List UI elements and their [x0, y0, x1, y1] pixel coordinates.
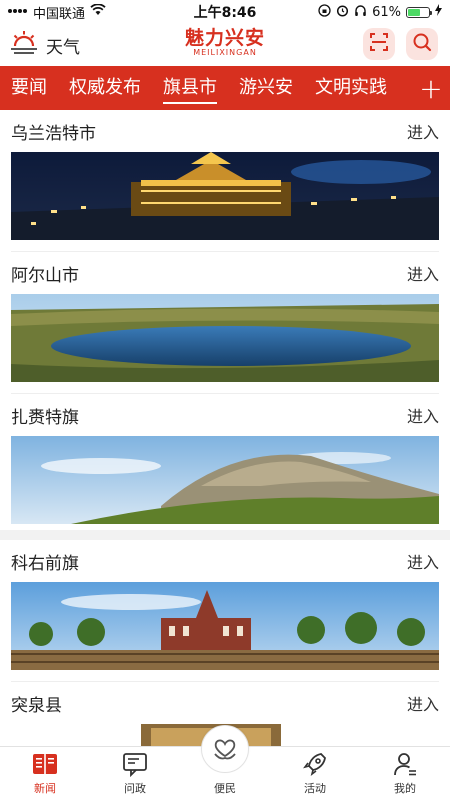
- nav-services[interactable]: 便民: [180, 725, 270, 800]
- weather-icon: [10, 30, 42, 61]
- tab-civilization-practice[interactable]: 文明实践: [304, 66, 398, 110]
- channel-tabs: 要闻 权威发布 旗县市 游兴安 文明实践 +: [0, 66, 450, 110]
- nav-label: 问政: [124, 782, 146, 795]
- rotation-lock-icon: [318, 3, 331, 21]
- battery-icon: [406, 6, 432, 18]
- tab-counties[interactable]: 旗县市: [152, 66, 228, 110]
- battery-percent: 61%: [372, 4, 401, 20]
- nav-label: 我的: [394, 782, 416, 795]
- user-icon: [394, 753, 416, 776]
- news-icon: [33, 754, 57, 774]
- inquiry-icon: [123, 753, 147, 778]
- region-name: 科右前旗: [11, 553, 79, 574]
- scan-button[interactable]: [363, 28, 395, 60]
- enter-link[interactable]: 进入: [407, 119, 439, 143]
- region-name: 乌兰浩特市: [11, 123, 96, 144]
- divider: [11, 240, 439, 252]
- region-name: 突泉县: [11, 695, 62, 716]
- alarm-icon: [336, 4, 349, 21]
- region-photo[interactable]: [11, 294, 439, 382]
- status-left: 中国联通: [8, 3, 106, 22]
- status-right: 61%: [318, 3, 442, 21]
- region-header: 突泉县 进入: [11, 682, 439, 724]
- nav-profile[interactable]: 我的: [360, 747, 450, 800]
- region-name: 阿尔山市: [11, 265, 79, 286]
- section-separator: [0, 530, 450, 540]
- nav-activities[interactable]: 活动: [270, 747, 360, 800]
- region-header: 扎赉特旗 进入: [11, 394, 439, 436]
- headphones-icon: [354, 4, 367, 21]
- search-button[interactable]: [406, 28, 438, 60]
- enter-link[interactable]: 进入: [407, 403, 439, 427]
- weather-label: 天气: [46, 38, 80, 58]
- nav-label: 活动: [304, 782, 326, 795]
- region-photo[interactable]: [11, 582, 439, 670]
- region-card[interactable]: 乌兰浩特市 进入: [0, 110, 450, 240]
- tab-news[interactable]: 要闻: [0, 66, 58, 110]
- nav-news[interactable]: 新闻: [0, 747, 90, 800]
- rocket-icon: [303, 753, 326, 776]
- region-header: 科右前旗 进入: [11, 540, 439, 582]
- weather-button[interactable]: 天气: [10, 30, 80, 61]
- divider: [11, 670, 439, 682]
- region-header: 阿尔山市 进入: [11, 252, 439, 294]
- enter-link[interactable]: 进入: [407, 549, 439, 573]
- app-header: 天气 魅力兴安 MEILIXINGAN: [0, 24, 450, 66]
- enter-link[interactable]: 进入: [407, 691, 439, 715]
- search-icon: [412, 32, 432, 56]
- region-card[interactable]: 科右前旗 进入: [0, 540, 450, 670]
- app-screen: 中国联通 上午8:46 61% 天气 魅力兴安 MEILIXINGAN 要闻 权…: [0, 0, 450, 800]
- charging-icon: [435, 4, 442, 20]
- tab-official-release[interactable]: 权威发布: [58, 66, 152, 110]
- divider: [11, 382, 439, 394]
- region-name: 扎赉特旗: [11, 407, 79, 428]
- region-header: 乌兰浩特市 进入: [11, 110, 439, 152]
- bottom-nav: 新闻 问政 便民 活动 我的: [0, 725, 450, 800]
- carrier-label: 中国联通: [33, 6, 86, 22]
- wifi-icon: [90, 3, 106, 20]
- region-photo[interactable]: [11, 152, 439, 240]
- services-bubble: [201, 725, 249, 773]
- signal-icon: [8, 5, 28, 20]
- add-channel-button[interactable]: +: [412, 66, 450, 110]
- tab-tour-xingan[interactable]: 游兴安: [228, 66, 304, 110]
- nav-label: 便民: [214, 782, 236, 795]
- nav-inquiry[interactable]: 问政: [90, 747, 180, 800]
- battery-level: [408, 8, 421, 16]
- status-bar: 中国联通 上午8:46 61%: [0, 0, 450, 24]
- region-photo[interactable]: [11, 436, 439, 524]
- scan-icon: [369, 32, 389, 56]
- heart-hands-icon: [214, 739, 236, 760]
- enter-link[interactable]: 进入: [407, 261, 439, 285]
- nav-label: 新闻: [34, 782, 56, 795]
- region-card[interactable]: 扎赉特旗 进入: [0, 394, 450, 524]
- region-card[interactable]: 阿尔山市 进入: [0, 252, 450, 382]
- region-list: 乌兰浩特市 进入 阿尔山市 进入 扎赉特旗 进入 科右前旗 进入 突泉县 进入: [0, 110, 450, 746]
